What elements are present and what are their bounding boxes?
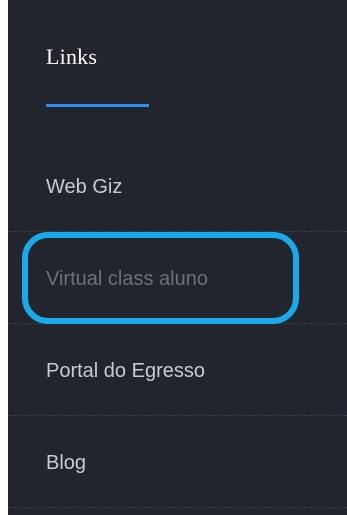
- title-underline: [46, 104, 149, 107]
- link-list: Web Giz Virtual class aluno Portal do Eg…: [8, 140, 347, 508]
- link-web-giz[interactable]: Web Giz: [46, 176, 122, 199]
- footer-links-panel: Links Web Giz Virtual class aluno Portal…: [8, 0, 347, 515]
- list-item: Portal do Egresso: [8, 324, 347, 416]
- link-blog[interactable]: Blog: [46, 452, 86, 475]
- section-title: Links: [46, 44, 98, 69]
- link-virtual-class-aluno[interactable]: Virtual class aluno: [46, 268, 208, 291]
- link-portal-do-egresso[interactable]: Portal do Egresso: [46, 360, 205, 383]
- list-item: Virtual class aluno: [8, 232, 347, 324]
- list-item: Web Giz: [8, 140, 347, 232]
- list-item: Blog: [8, 416, 347, 508]
